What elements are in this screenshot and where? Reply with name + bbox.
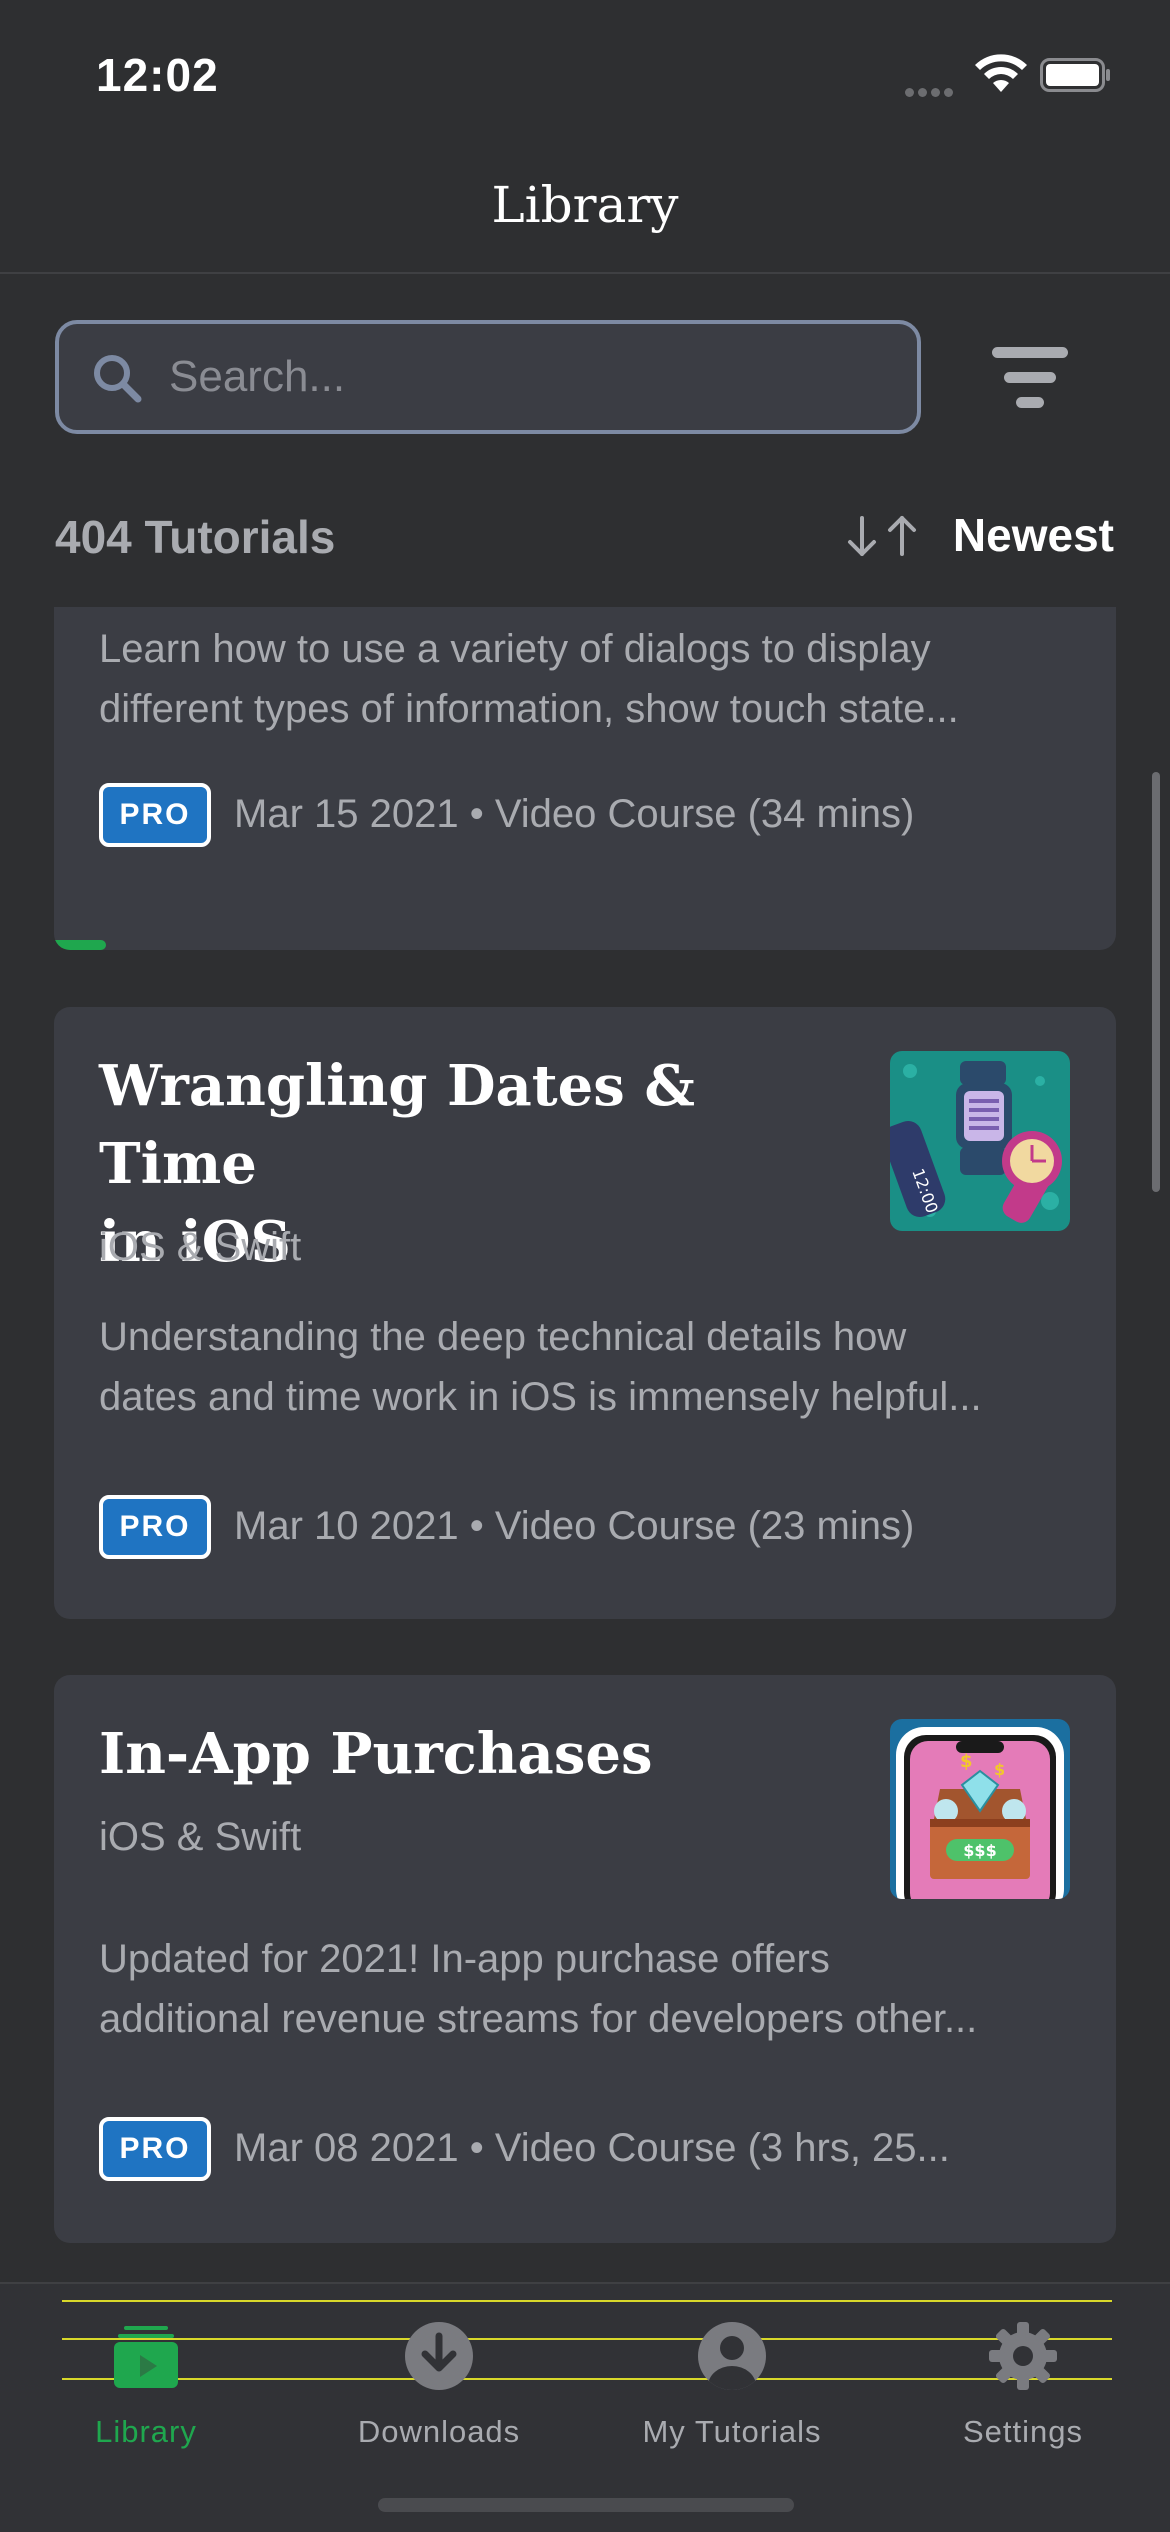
status-bar: 12:02 — [0, 0, 1170, 140]
wifi-icon — [975, 54, 1027, 92]
home-indicator — [378, 2498, 794, 2512]
pro-badge: PRO — [99, 783, 211, 847]
search-icon — [94, 355, 142, 403]
navigation-bar: Library — [0, 140, 1170, 274]
card-description: Understanding the deep technical details… — [99, 1315, 982, 1419]
watches-thumbnail: 12:00 — [890, 1051, 1070, 1231]
card-meta: Mar 10 2021 • Video Course (23 mins) — [234, 1504, 915, 1548]
search-field[interactable] — [55, 320, 921, 434]
tutorial-card[interactable]: Wrangling Dates & Time in iOS iOS & Swif… — [54, 1007, 1116, 1619]
download-icon — [405, 2322, 473, 2390]
sort-button[interactable]: Newest — [953, 508, 1114, 562]
tab-library[interactable]: Library — [26, 2314, 266, 2454]
svg-text:$: $ — [960, 1751, 973, 1772]
treasure-chest-thumbnail: $$$ $ $ — [890, 1719, 1070, 1899]
status-time: 12:02 — [96, 49, 219, 101]
battery-icon — [1040, 58, 1110, 92]
tab-my-tutorials[interactable]: My Tutorials — [612, 2314, 852, 2454]
tab-settings[interactable]: Settings — [903, 2314, 1143, 2454]
card-meta: Mar 08 2021 • Video Course (3 hrs, 25... — [234, 2126, 950, 2170]
card-category: iOS & Swift — [99, 1815, 302, 1859]
tab-label: Downloads — [357, 2414, 521, 2449]
scroll-indicator[interactable] — [1152, 772, 1160, 1192]
svg-text:$: $ — [994, 1760, 1005, 1779]
progress-bar — [54, 940, 106, 950]
card-meta: Mar 15 2021 • Video Course (34 mins) — [234, 792, 915, 836]
search-input[interactable] — [169, 324, 889, 430]
card-description: Learn how to use a variety of dialogs to… — [99, 627, 959, 731]
library-icon — [114, 2326, 178, 2388]
guide-line — [62, 2300, 1112, 2302]
pro-badge: PRO — [99, 1495, 211, 1559]
gear-icon — [989, 2322, 1057, 2390]
svg-text:$$$: $$$ — [963, 1841, 996, 1860]
tutorial-card[interactable]: Learn how to use a variety of dialogs to… — [54, 607, 1116, 950]
person-icon — [698, 2322, 766, 2390]
tutorial-card[interactable]: In-App Purchases iOS & Swift Updated for… — [54, 1675, 1116, 2243]
tab-label: Library — [95, 2414, 197, 2449]
page-title: Library — [491, 176, 679, 234]
tab-downloads[interactable]: Downloads — [319, 2314, 559, 2454]
tab-bar: Library Downloads My Tutorials Settings — [0, 2282, 1170, 2532]
tutorial-count: 404 Tutorials — [55, 511, 336, 563]
card-title: In-App Purchases — [99, 1721, 653, 1787]
library-screen: 12:02 Library 404 Tutorials — [0, 0, 1170, 2532]
tab-label: Settings — [962, 2414, 1083, 2449]
card-category: iOS & Swift — [99, 1225, 302, 1269]
tab-label: My Tutorials — [642, 2414, 822, 2449]
cellular-signal-icon — [905, 84, 959, 97]
tutorial-list[interactable]: Learn how to use a variety of dialogs to… — [54, 607, 1116, 2280]
pro-badge: PRO — [99, 2117, 211, 2181]
sort-icon[interactable] — [842, 512, 922, 560]
filter-icon[interactable] — [990, 345, 1070, 411]
card-description: Updated for 2021! In-app purchase offers… — [99, 1937, 978, 2041]
